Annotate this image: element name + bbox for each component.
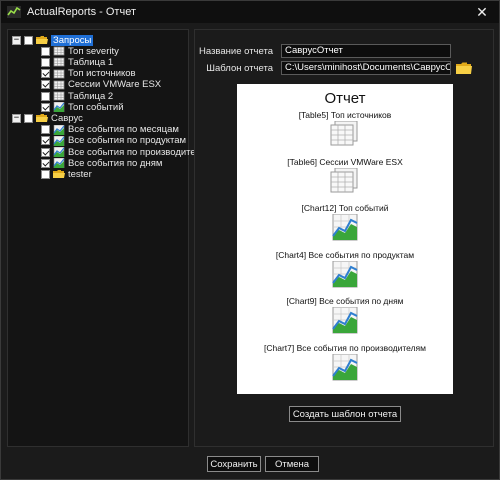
tree-item-row[interactable]: Сессии VMWare ESX bbox=[41, 79, 161, 91]
table-icon bbox=[53, 91, 65, 101]
tree-item-checkbox[interactable] bbox=[41, 169, 50, 179]
tree-item-checkbox[interactable] bbox=[41, 147, 50, 157]
tree-item-label[interactable]: Топ severity bbox=[68, 46, 119, 57]
chart-icon bbox=[53, 158, 65, 169]
table-icon bbox=[327, 120, 363, 149]
preview-item: [Chart12] Топ событий bbox=[237, 203, 453, 242]
table-icon bbox=[327, 167, 363, 196]
tree-item-label[interactable]: Все события по месяцам bbox=[68, 124, 179, 135]
tree-item-label[interactable]: Таблица 1 bbox=[68, 57, 113, 68]
report-preview: Отчет [Table5] Топ источников [Table6] Се… bbox=[237, 84, 453, 394]
tree-item-label[interactable]: Все события по продуктам bbox=[68, 135, 186, 146]
tree-item-label[interactable]: tester bbox=[68, 169, 92, 180]
preview-item: [Chart9] Все события по дням bbox=[237, 296, 453, 335]
tree-group-checkbox[interactable] bbox=[24, 113, 33, 123]
browse-folder-icon[interactable] bbox=[455, 60, 473, 76]
tree-item-row[interactable]: Топ источников bbox=[41, 68, 136, 80]
folder-icon bbox=[53, 169, 65, 179]
tree-item-row[interactable]: tester bbox=[41, 168, 92, 180]
folder-icon bbox=[36, 113, 48, 123]
tree-group-label[interactable]: Запросы bbox=[51, 34, 94, 46]
chart-icon bbox=[53, 147, 65, 157]
table-icon bbox=[53, 69, 65, 79]
preview-item: [Chart7] Все события по производителям bbox=[237, 343, 453, 382]
report-name-label: Название отчета bbox=[199, 46, 273, 57]
report-settings-panel: Название отчета СаврусОтчет Шаблон отчет… bbox=[194, 29, 494, 447]
preview-item-label: [Table6] Сессии VMWare ESX bbox=[287, 156, 403, 167]
chart-icon bbox=[327, 213, 363, 242]
chart-icon bbox=[53, 102, 65, 113]
chart-icon bbox=[53, 135, 65, 146]
tree-group-row[interactable]: − Запросы bbox=[12, 34, 94, 46]
table-icon bbox=[53, 80, 65, 90]
tree-item-label[interactable]: Сессии VMWare ESX bbox=[68, 79, 161, 90]
preview-item-label: [Chart12] Топ событий bbox=[301, 203, 389, 213]
chart-icon bbox=[327, 260, 363, 289]
tree-item-label[interactable]: Все события по производителям bbox=[68, 147, 213, 158]
table-icon bbox=[53, 57, 65, 67]
tree-item-row[interactable]: Все события по дням bbox=[41, 157, 162, 169]
report-name-input[interactable]: СаврусОтчет bbox=[281, 44, 451, 58]
close-icon[interactable]: ✕ bbox=[465, 1, 499, 23]
tree-item-label[interactable]: Топ источников bbox=[68, 68, 136, 79]
tree-item-checkbox[interactable] bbox=[41, 46, 50, 56]
preview-item-label: [Chart9] Все события по дням bbox=[286, 296, 404, 306]
tree-group-label[interactable]: Саврус bbox=[51, 113, 83, 124]
template-label: Шаблон отчета bbox=[206, 63, 273, 74]
actualreports-app-icon bbox=[7, 5, 21, 19]
preview-item-label: [Table5] Топ источников bbox=[298, 110, 392, 120]
cancel-button[interactable]: Отмена bbox=[265, 456, 319, 472]
save-button[interactable]: Сохранить bbox=[207, 456, 261, 472]
preview-item-label: [Chart4] Все события по продуктам bbox=[275, 249, 415, 260]
tree-item-checkbox[interactable] bbox=[41, 125, 50, 135]
tree-item-checkbox[interactable] bbox=[41, 102, 50, 112]
tree-item-row[interactable]: Топ severity bbox=[41, 45, 119, 57]
title-bar[interactable]: ActualReports - Отчет ✕ bbox=[1, 1, 499, 23]
table-icon bbox=[53, 46, 65, 56]
query-tree[interactable]: − Запросы Топ severity Таблица 1 Топ источни… bbox=[7, 29, 213, 447]
tree-item-checkbox[interactable] bbox=[41, 57, 50, 67]
preview-title: Отчет bbox=[324, 90, 366, 107]
tree-item-label[interactable]: Топ событий bbox=[68, 102, 124, 113]
collapse-toggle[interactable]: − bbox=[12, 35, 21, 45]
preview-item: [Table6] Сессии VMWare ESX bbox=[237, 157, 453, 196]
tree-item-checkbox[interactable] bbox=[41, 136, 50, 146]
tree-group-row[interactable]: − Саврус bbox=[12, 112, 83, 124]
tree-item-row[interactable]: Все события по производителям bbox=[41, 146, 213, 158]
tree-item-row[interactable]: Все события по продуктам bbox=[41, 135, 186, 147]
tree-item-label[interactable]: Все события по дням bbox=[68, 158, 162, 169]
main-window: ActualReports - Отчет ✕ − Запросы Топ seve… bbox=[0, 0, 500, 480]
template-path-input[interactable]: C:\Users\minihost\Documents\СаврусОтчет.… bbox=[281, 61, 451, 75]
tree-item-row[interactable]: Топ событий bbox=[41, 101, 124, 113]
tree-item-checkbox[interactable] bbox=[41, 158, 50, 168]
tree-item-checkbox[interactable] bbox=[41, 69, 50, 79]
folder-icon bbox=[36, 35, 48, 45]
chart-icon bbox=[327, 306, 363, 335]
tree-item-row[interactable]: Таблица 1 bbox=[41, 56, 113, 68]
tree-group-checkbox[interactable] bbox=[24, 35, 33, 45]
window-title: ActualReports - Отчет bbox=[27, 6, 136, 18]
tree-item-row[interactable]: Таблица 2 bbox=[41, 90, 113, 102]
tree-item-row[interactable]: Все события по месяцам bbox=[41, 124, 179, 136]
collapse-toggle[interactable]: − bbox=[12, 113, 21, 123]
chart-icon bbox=[327, 353, 363, 382]
preview-item: [Chart4] Все события по продуктам bbox=[237, 250, 453, 289]
preview-item: [Table5] Топ источников bbox=[237, 110, 453, 149]
tree-item-checkbox[interactable] bbox=[41, 91, 50, 101]
preview-item-label: [Chart7] Все события по производителям bbox=[264, 342, 426, 353]
tree-item-checkbox[interactable] bbox=[41, 80, 50, 90]
tree-item-label[interactable]: Таблица 2 bbox=[68, 91, 113, 102]
create-template-button[interactable]: Создать шаблон отчета bbox=[289, 406, 401, 422]
chart-icon bbox=[53, 124, 65, 135]
